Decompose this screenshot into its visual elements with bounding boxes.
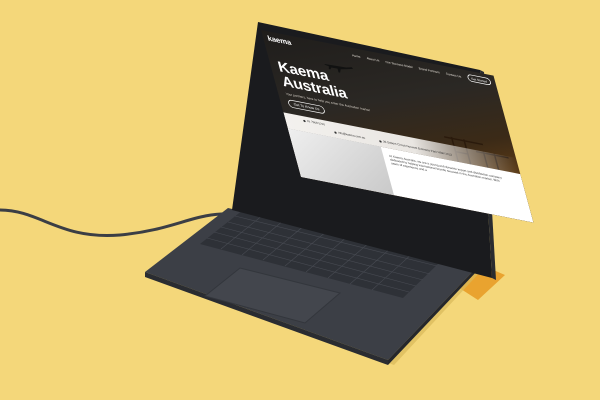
nav-contact[interactable]: Contact Us — [445, 71, 461, 78]
nav-brand-partners[interactable]: Brand Partners — [418, 66, 440, 74]
get-started-button[interactable]: Get Started — [466, 73, 492, 86]
phone-icon — [302, 119, 306, 122]
contact-phone-text: 02 7908 5220 — [306, 119, 326, 127]
location-icon — [378, 139, 382, 143]
power-cable — [0, 208, 234, 238]
nav-home[interactable]: Home — [351, 53, 360, 58]
site-logo[interactable]: kaema — [267, 34, 293, 47]
nav-about[interactable]: About Us — [366, 56, 380, 62]
contact-phone[interactable]: 02 7908 5220 — [302, 119, 326, 127]
email-icon — [333, 130, 337, 134]
nav-success-model[interactable]: Our Success Model — [385, 60, 413, 69]
